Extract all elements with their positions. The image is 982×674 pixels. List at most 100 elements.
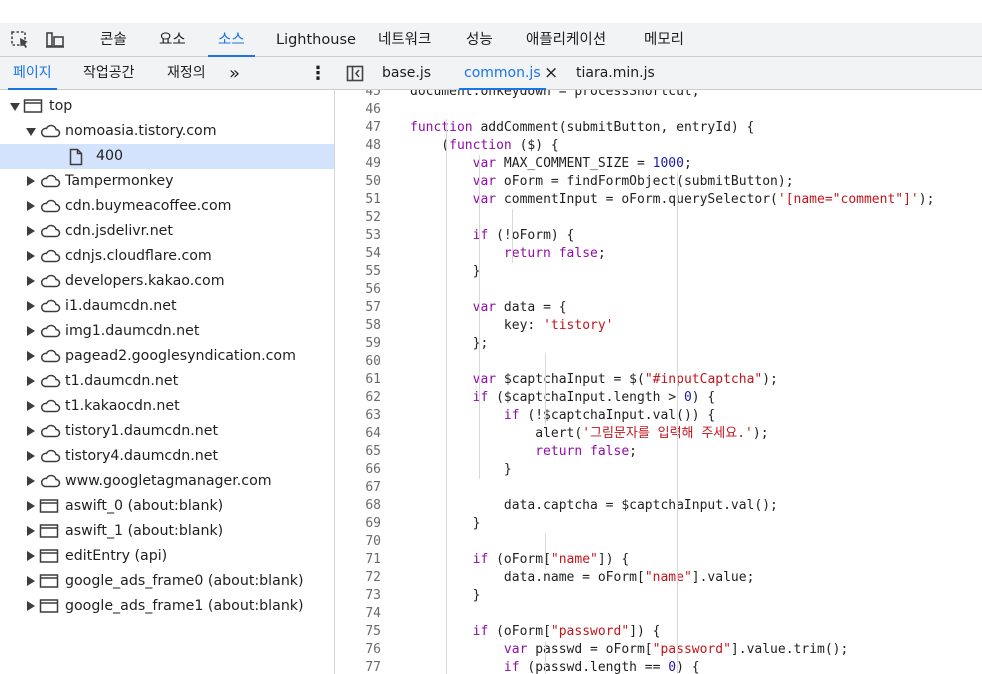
line-number[interactable]: 62: [335, 389, 381, 407]
code-line[interactable]: 58 key: 'tistory': [335, 317, 982, 335]
file-tab-common-js[interactable]: common.js: [459, 57, 546, 90]
collapsed-arrow-icon[interactable]: [27, 551, 35, 561]
collapsed-arrow-icon[interactable]: [27, 601, 35, 611]
tree-item[interactable]: top: [0, 94, 334, 119]
line-number[interactable]: 64: [335, 425, 381, 443]
toggle-navigator-icon[interactable]: [346, 65, 364, 82]
collapsed-arrow-icon[interactable]: [27, 526, 35, 536]
code-line[interactable]: 73 }: [335, 587, 982, 605]
tab-elements[interactable]: 요소: [159, 23, 186, 57]
tree-item[interactable]: developers.kakao.com: [0, 269, 334, 294]
line-number[interactable]: 73: [335, 587, 381, 605]
code-line[interactable]: 72 data.name = oForm["name"].value;: [335, 569, 982, 587]
tree-item[interactable]: Tampermonkey: [0, 169, 334, 194]
tree-item[interactable]: cdnjs.cloudflare.com: [0, 244, 334, 269]
line-number[interactable]: 52: [335, 209, 381, 227]
file-tab-base-js[interactable]: base.js: [382, 57, 431, 90]
tree-item[interactable]: 400: [0, 144, 334, 169]
expanded-arrow-icon[interactable]: [10, 103, 20, 111]
code-line[interactable]: 75 if (oForm["password"]) {: [335, 623, 982, 641]
code-line[interactable]: 61 var $captchaInput = $("#inputCaptcha"…: [335, 371, 982, 389]
tab-overrides[interactable]: 재정의: [167, 57, 206, 90]
code-line[interactable]: 77 if (passwd.length == 0) {: [335, 659, 982, 674]
line-number[interactable]: 68: [335, 497, 381, 515]
tab-sources[interactable]: 소스: [208, 23, 255, 57]
code-line[interactable]: 53 if (!oForm) {: [335, 227, 982, 245]
line-number[interactable]: 65: [335, 443, 381, 461]
code-line[interactable]: 54 return false;: [335, 245, 982, 263]
collapsed-arrow-icon[interactable]: [27, 176, 35, 186]
line-number[interactable]: 60: [335, 353, 381, 371]
code-line[interactable]: 63 if (!$captchaInput.val()) {: [335, 407, 982, 425]
tree-item[interactable]: cdn.buymeacoffee.com: [0, 194, 334, 219]
code-line[interactable]: 51 var commentInput = oForm.querySelecto…: [335, 191, 982, 209]
line-number[interactable]: 56: [335, 281, 381, 299]
line-number[interactable]: 47: [335, 119, 381, 137]
line-number[interactable]: 51: [335, 191, 381, 209]
code-line[interactable]: 70: [335, 533, 982, 551]
code-line[interactable]: 46: [335, 101, 982, 119]
code-line[interactable]: 56: [335, 281, 982, 299]
tree-item[interactable]: t1.kakaocdn.net: [0, 394, 334, 419]
collapsed-arrow-icon[interactable]: [27, 276, 35, 286]
line-number[interactable]: 46: [335, 101, 381, 119]
tree-item[interactable]: aswift_0 (about:blank): [0, 494, 334, 519]
tab-memory[interactable]: 메모리: [644, 23, 684, 57]
collapsed-arrow-icon[interactable]: [27, 251, 35, 261]
line-number[interactable]: 59: [335, 335, 381, 353]
code-line[interactable]: 65 return false;: [335, 443, 982, 461]
tree-item[interactable]: img1.daumcdn.net: [0, 319, 334, 344]
code-line[interactable]: 50 var oForm = findFormObject(submitButt…: [335, 173, 982, 191]
tree-item[interactable]: i1.daumcdn.net: [0, 294, 334, 319]
code-line[interactable]: 76 var passwd = oForm["password"].value.…: [335, 641, 982, 659]
line-number[interactable]: 54: [335, 245, 381, 263]
file-tab-tiara-min-js[interactable]: tiara.min.js: [576, 57, 655, 90]
line-number[interactable]: 55: [335, 263, 381, 281]
code-line[interactable]: 60: [335, 353, 982, 371]
line-number[interactable]: 75: [335, 623, 381, 641]
line-number[interactable]: 72: [335, 569, 381, 587]
line-number[interactable]: 49: [335, 155, 381, 173]
code-line[interactable]: 69 }: [335, 515, 982, 533]
collapsed-arrow-icon[interactable]: [27, 426, 35, 436]
more-tabs-chevron-icon[interactable]: »: [229, 57, 240, 90]
tab-workspace[interactable]: 작업공간: [83, 57, 135, 90]
line-number[interactable]: 69: [335, 515, 381, 533]
collapsed-arrow-icon[interactable]: [27, 326, 35, 336]
code-line[interactable]: 71 if (oForm["name"]) {: [335, 551, 982, 569]
code-line[interactable]: 48 (function ($) {: [335, 137, 982, 155]
tree-item[interactable]: www.googletagmanager.com: [0, 469, 334, 494]
close-tab-icon[interactable]: ×: [544, 57, 558, 90]
device-toolbar-icon[interactable]: [44, 30, 66, 50]
tree-item[interactable]: tistory1.daumcdn.net: [0, 419, 334, 444]
line-number[interactable]: 58: [335, 317, 381, 335]
expanded-arrow-icon[interactable]: [26, 128, 36, 136]
tree-item[interactable]: editEntry (api): [0, 544, 334, 569]
code-line[interactable]: 64 alert('그림문자를 입력해 주세요.');: [335, 425, 982, 443]
code-line[interactable]: 55 }: [335, 263, 982, 281]
line-number[interactable]: 48: [335, 137, 381, 155]
line-number[interactable]: 63: [335, 407, 381, 425]
code-line[interactable]: 66 }: [335, 461, 982, 479]
line-number[interactable]: 66: [335, 461, 381, 479]
tab-performance[interactable]: 성능: [466, 23, 493, 57]
tree-item[interactable]: cdn.jsdelivr.net: [0, 219, 334, 244]
tree-item[interactable]: t1.daumcdn.net: [0, 369, 334, 394]
collapsed-arrow-icon[interactable]: [27, 501, 35, 511]
collapsed-arrow-icon[interactable]: [27, 226, 35, 236]
tree-item[interactable]: tistory4.daumcdn.net: [0, 444, 334, 469]
line-number[interactable]: 53: [335, 227, 381, 245]
code-line[interactable]: 68 data.captcha = $captchaInput.val();: [335, 497, 982, 515]
tree-item[interactable]: pagead2.googlesyndication.com: [0, 344, 334, 369]
collapsed-arrow-icon[interactable]: [27, 201, 35, 211]
tree-item[interactable]: google_ads_frame1 (about:blank): [0, 594, 334, 619]
line-number[interactable]: 50: [335, 173, 381, 191]
line-number[interactable]: 57: [335, 299, 381, 317]
tree-item[interactable]: google_ads_frame0 (about:blank): [0, 569, 334, 594]
tab-lighthouse[interactable]: Lighthouse: [276, 23, 356, 57]
line-number[interactable]: 70: [335, 533, 381, 551]
code-line[interactable]: 67: [335, 479, 982, 497]
tree-item[interactable]: aswift_1 (about:blank): [0, 519, 334, 544]
navigator-menu-icon[interactable]: ⋮: [309, 57, 327, 90]
collapsed-arrow-icon[interactable]: [27, 301, 35, 311]
